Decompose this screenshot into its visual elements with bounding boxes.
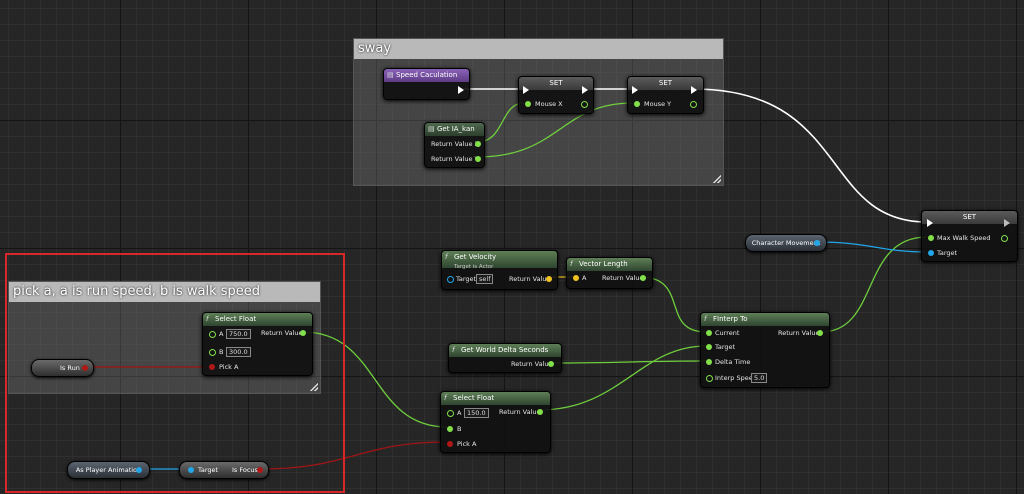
get-ia-kan-title[interactable]: ▤ Get IA_kan <box>425 123 484 136</box>
return-value-pin[interactable] <box>537 409 543 415</box>
character-movement-out-pin[interactable] <box>814 240 820 246</box>
resize-handle[interactable] <box>713 175 721 183</box>
exec-out-pin[interactable] <box>691 86 697 94</box>
b-pin[interactable] <box>447 426 453 432</box>
function-icon: f <box>704 315 707 323</box>
select-float-bottom-node[interactable]: f Select Float A 150.0 Return Value B Pi… <box>440 391 551 453</box>
pick-a-label: Pick A <box>457 440 477 448</box>
return-y-label: Return Value Y <box>431 155 479 163</box>
world-delta-seconds-title[interactable]: f Get World Delta Seconds <box>449 344 561 357</box>
exec-in-pin[interactable] <box>523 86 529 94</box>
event-icon: ▤ <box>387 71 394 79</box>
vector-length-label: Vector Length <box>579 260 628 268</box>
a-pin[interactable] <box>573 275 579 281</box>
target-label: Target <box>715 343 736 351</box>
current-label: Current <box>715 329 740 337</box>
float-wire <box>538 345 707 411</box>
interp-speed-value[interactable]: 5.0 <box>751 373 768 383</box>
function-icon: f <box>452 346 455 354</box>
speed-calculation-title[interactable]: ▤ Speed Caculation <box>384 69 469 82</box>
speed-calculation-label: Speed Caculation <box>396 71 458 79</box>
mouse-x-out-pin[interactable] <box>581 101 588 108</box>
character-movement-variable[interactable]: Character Movement <box>745 234 827 252</box>
exec-wire <box>692 88 928 223</box>
max-walk-speed-label: Max Walk Speed <box>937 234 991 242</box>
mouse-y-out-pin[interactable] <box>690 101 697 108</box>
pick-a-pin[interactable] <box>447 441 453 447</box>
return-value-label: Return Value <box>509 275 551 283</box>
get-velocity-label: Get Velocity <box>454 253 497 261</box>
vector-length-title[interactable]: f Vector Length <box>567 258 652 271</box>
select-float-bottom-label: Select Float <box>453 394 495 402</box>
vector-length-node[interactable]: f Vector Length A Return Value <box>566 257 653 289</box>
mouse-y-label: Mouse Y <box>644 100 672 108</box>
function-icon: f <box>445 253 448 261</box>
a-value[interactable]: 150.0 <box>464 408 489 418</box>
object-wire <box>815 241 928 253</box>
mouse-y-in-pin[interactable] <box>634 101 640 107</box>
delta-time-pin[interactable] <box>706 359 712 365</box>
function-icon: f <box>444 394 447 402</box>
get-ia-kan-label: Get IA_kan <box>437 125 475 133</box>
speed-calculation-node[interactable]: ▤ Speed Caculation <box>383 68 470 100</box>
b-label: B <box>457 425 462 433</box>
target-label: Target <box>937 249 958 257</box>
comment-sway-title[interactable]: sway <box>354 39 723 59</box>
get-velocity-subtitle: Target is Actor <box>454 264 494 270</box>
character-movement-label: Character Movement <box>751 239 821 247</box>
delta-time-label: Delta Time <box>715 358 751 366</box>
exec-out-pin[interactable] <box>1004 219 1010 227</box>
function-icon: f <box>570 260 573 268</box>
target-pin[interactable] <box>706 344 712 350</box>
finterp-to-node[interactable]: f FInterp To Current Return Value Target… <box>700 312 830 388</box>
exec-in-pin[interactable] <box>927 219 933 227</box>
exec-out-pin[interactable] <box>458 86 464 94</box>
return-value-pin[interactable] <box>546 276 552 282</box>
return-value-pin[interactable] <box>817 330 823 336</box>
float-wire <box>820 236 928 333</box>
target-pin[interactable] <box>928 250 934 256</box>
interp-speed-pin[interactable] <box>706 375 713 382</box>
return-value-label: Return Value <box>499 408 541 416</box>
target-pin[interactable] <box>447 276 454 283</box>
set-walk-speed-title[interactable]: SET <box>922 211 1017 224</box>
select-float-bottom-title[interactable]: f Select Float <box>441 392 550 405</box>
set-walk-speed-node[interactable]: SET Max Walk Speed Target <box>921 210 1018 262</box>
get-velocity-node[interactable]: f Get Velocity Target is Actor Target se… <box>441 250 558 290</box>
return-value-label: Return Value <box>602 274 644 282</box>
a-label: A <box>457 409 462 417</box>
exec-out-pin[interactable] <box>582 86 588 94</box>
finterp-to-title[interactable]: f FInterp To <box>701 313 829 326</box>
input-action-icon: ▤ <box>428 125 435 133</box>
return-x-pin[interactable] <box>475 141 481 147</box>
target-value[interactable]: self <box>476 274 494 284</box>
target-label: Target <box>456 275 477 283</box>
set-mouse-y-node[interactable]: SET Mouse Y <box>627 76 704 114</box>
mouse-x-in-pin[interactable] <box>525 101 531 107</box>
return-value-pin[interactable] <box>548 361 554 367</box>
get-velocity-title[interactable]: f Get Velocity Target is Actor <box>442 251 557 270</box>
a-label: A <box>582 274 587 282</box>
return-value-label: Return Value <box>778 329 820 337</box>
return-y-pin[interactable] <box>475 156 481 162</box>
set-mouse-x-node[interactable]: SET Mouse X <box>518 76 594 114</box>
mouse-x-label: Mouse X <box>535 100 563 108</box>
world-delta-seconds-label: Get World Delta Seconds <box>461 346 549 354</box>
exec-in-pin[interactable] <box>632 86 638 94</box>
a-pin[interactable] <box>447 410 454 417</box>
max-walk-speed-pin[interactable] <box>928 235 934 241</box>
selection-highlight <box>5 253 345 493</box>
finterp-to-label: FInterp To <box>713 315 748 323</box>
return-x-label: Return Value X <box>431 140 480 148</box>
world-delta-seconds-node[interactable]: f Get World Delta Seconds Return Value <box>448 343 562 373</box>
float-wire <box>549 360 707 364</box>
return-value-pin[interactable] <box>640 275 646 281</box>
return-value-label: Return Value <box>511 360 553 368</box>
max-walk-speed-out-pin[interactable] <box>1001 235 1008 242</box>
get-ia-kan-node[interactable]: ▤ Get IA_kan Return Value X Return Value… <box>424 122 485 168</box>
current-pin[interactable] <box>706 330 712 336</box>
